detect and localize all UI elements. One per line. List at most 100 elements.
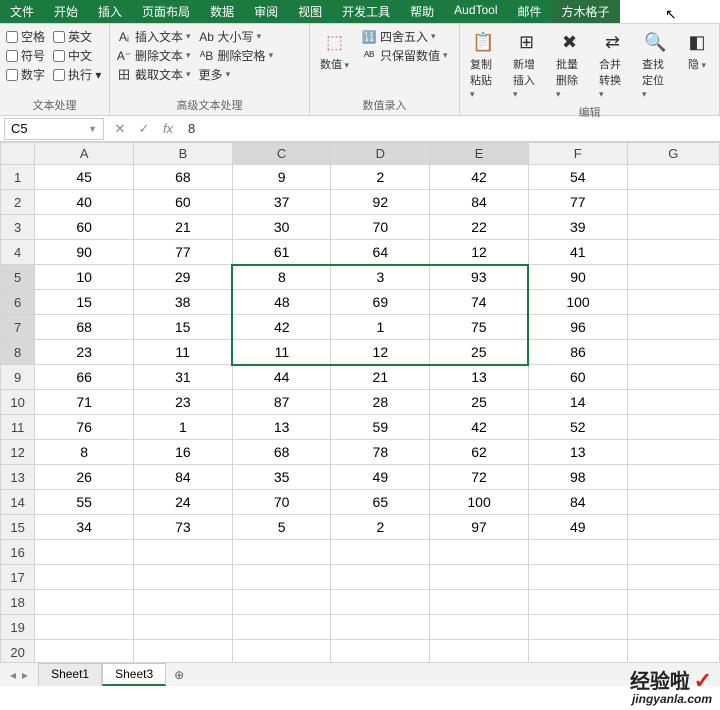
row-header-18[interactable]: 18 xyxy=(1,590,35,615)
delete-space-btn[interactable]: ᴬB删除空格 xyxy=(199,47,274,64)
cell-F18[interactable] xyxy=(528,590,627,615)
row-header-10[interactable]: 10 xyxy=(1,390,35,415)
cell-F15[interactable]: 49 xyxy=(528,515,627,540)
cell-A2[interactable]: 40 xyxy=(35,190,134,215)
cell-C9[interactable]: 44 xyxy=(232,365,331,390)
check-执行[interactable]: 执行 ▾ xyxy=(53,66,101,83)
sheet-nav[interactable]: ◂ ▸ xyxy=(0,668,38,682)
cell-D17[interactable] xyxy=(331,565,430,590)
cell-E18[interactable] xyxy=(430,590,529,615)
cell-B19[interactable] xyxy=(134,615,233,640)
row-header-19[interactable]: 19 xyxy=(1,615,35,640)
cell-D2[interactable]: 92 xyxy=(331,190,430,215)
sheet-tab-Sheet1[interactable]: Sheet1 xyxy=(38,663,102,686)
check-英文[interactable]: 英文 xyxy=(53,28,101,45)
cell-B18[interactable] xyxy=(134,590,233,615)
cell-G10[interactable] xyxy=(627,390,719,415)
cell-C2[interactable]: 37 xyxy=(232,190,331,215)
cell-C15[interactable]: 5 xyxy=(232,515,331,540)
menu-tab-11[interactable]: 方木格子 xyxy=(552,0,620,23)
cell-F20[interactable] xyxy=(528,640,627,663)
cell-B5[interactable]: 29 xyxy=(134,265,233,290)
cell-E8[interactable]: 25 xyxy=(430,340,529,365)
cell-B8[interactable]: 11 xyxy=(134,340,233,365)
cell-B7[interactable]: 15 xyxy=(134,315,233,340)
cell-C14[interactable]: 70 xyxy=(232,490,331,515)
cell-G8[interactable] xyxy=(627,340,719,365)
col-header-C[interactable]: C xyxy=(232,143,331,165)
cell-D13[interactable]: 49 xyxy=(331,465,430,490)
keep-value-btn[interactable]: ᴬᴮ只保留数值 xyxy=(361,47,448,64)
confirm-button[interactable]: ✓ xyxy=(132,121,156,137)
cell-D15[interactable]: 2 xyxy=(331,515,430,540)
cell-G5[interactable] xyxy=(627,265,719,290)
edit-btn-3[interactable]: ⇄合并转换 xyxy=(595,28,630,102)
cell-A4[interactable]: 90 xyxy=(35,240,134,265)
row-header-3[interactable]: 3 xyxy=(1,215,35,240)
cell-A16[interactable] xyxy=(35,540,134,565)
cell-E9[interactable]: 13 xyxy=(430,365,529,390)
cell-B3[interactable]: 21 xyxy=(134,215,233,240)
row-header-15[interactable]: 15 xyxy=(1,515,35,540)
cell-F13[interactable]: 98 xyxy=(528,465,627,490)
cell-A13[interactable]: 26 xyxy=(35,465,134,490)
cell-E3[interactable]: 22 xyxy=(430,215,529,240)
cell-F17[interactable] xyxy=(528,565,627,590)
cell-B16[interactable] xyxy=(134,540,233,565)
cell-E13[interactable]: 72 xyxy=(430,465,529,490)
cell-B15[interactable]: 73 xyxy=(134,515,233,540)
col-header-B[interactable]: B xyxy=(134,143,233,165)
cell-A14[interactable]: 55 xyxy=(35,490,134,515)
sheet-tab-Sheet3[interactable]: Sheet3 xyxy=(102,663,166,686)
cell-G19[interactable] xyxy=(627,615,719,640)
cell-C18[interactable] xyxy=(232,590,331,615)
cell-D10[interactable]: 28 xyxy=(331,390,430,415)
row-header-16[interactable]: 16 xyxy=(1,540,35,565)
cell-A7[interactable]: 68 xyxy=(35,315,134,340)
menu-tab-6[interactable]: 视图 xyxy=(288,0,332,23)
formula-input[interactable]: 8 xyxy=(180,119,720,138)
cell-B20[interactable] xyxy=(134,640,233,663)
cell-E20[interactable] xyxy=(430,640,529,663)
cell-A1[interactable]: 45 xyxy=(35,165,134,190)
check-中文[interactable]: 中文 xyxy=(53,47,101,64)
cell-D12[interactable]: 78 xyxy=(331,440,430,465)
cell-C12[interactable]: 68 xyxy=(232,440,331,465)
cell-E16[interactable] xyxy=(430,540,529,565)
menu-tab-5[interactable]: 审阅 xyxy=(244,0,288,23)
cell-D1[interactable]: 2 xyxy=(331,165,430,190)
case-btn[interactable]: Ab大小写 xyxy=(199,28,274,45)
check-空格[interactable]: 空格 xyxy=(6,28,45,45)
cell-E12[interactable]: 62 xyxy=(430,440,529,465)
cell-D14[interactable]: 65 xyxy=(331,490,430,515)
cell-G11[interactable] xyxy=(627,415,719,440)
cell-C16[interactable] xyxy=(232,540,331,565)
cell-G6[interactable] xyxy=(627,290,719,315)
cell-C20[interactable] xyxy=(232,640,331,663)
cell-E10[interactable]: 25 xyxy=(430,390,529,415)
cell-A18[interactable] xyxy=(35,590,134,615)
cell-C5[interactable]: 8 xyxy=(232,265,331,290)
extract-text-btn[interactable]: 田截取文本 xyxy=(116,66,191,83)
fx-button[interactable]: fx xyxy=(156,121,180,136)
edit-btn-1[interactable]: ⊞新增插入 xyxy=(509,28,544,102)
cell-D18[interactable] xyxy=(331,590,430,615)
menu-tab-0[interactable]: 文件 xyxy=(0,0,44,23)
cell-D20[interactable] xyxy=(331,640,430,663)
cell-G14[interactable] xyxy=(627,490,719,515)
add-sheet-button[interactable]: ⊕ xyxy=(166,665,192,685)
cell-A8[interactable]: 23 xyxy=(35,340,134,365)
cell-F12[interactable]: 13 xyxy=(528,440,627,465)
cell-C17[interactable] xyxy=(232,565,331,590)
menu-tab-2[interactable]: 插入 xyxy=(88,0,132,23)
cell-D11[interactable]: 59 xyxy=(331,415,430,440)
cell-C6[interactable]: 48 xyxy=(232,290,331,315)
cell-D19[interactable] xyxy=(331,615,430,640)
cell-A6[interactable]: 15 xyxy=(35,290,134,315)
cell-B12[interactable]: 16 xyxy=(134,440,233,465)
cell-F7[interactable]: 96 xyxy=(528,315,627,340)
row-header-7[interactable]: 7 xyxy=(1,315,35,340)
menu-tab-9[interactable]: AudTool xyxy=(444,0,507,23)
cell-G16[interactable] xyxy=(627,540,719,565)
cell-F1[interactable]: 54 xyxy=(528,165,627,190)
